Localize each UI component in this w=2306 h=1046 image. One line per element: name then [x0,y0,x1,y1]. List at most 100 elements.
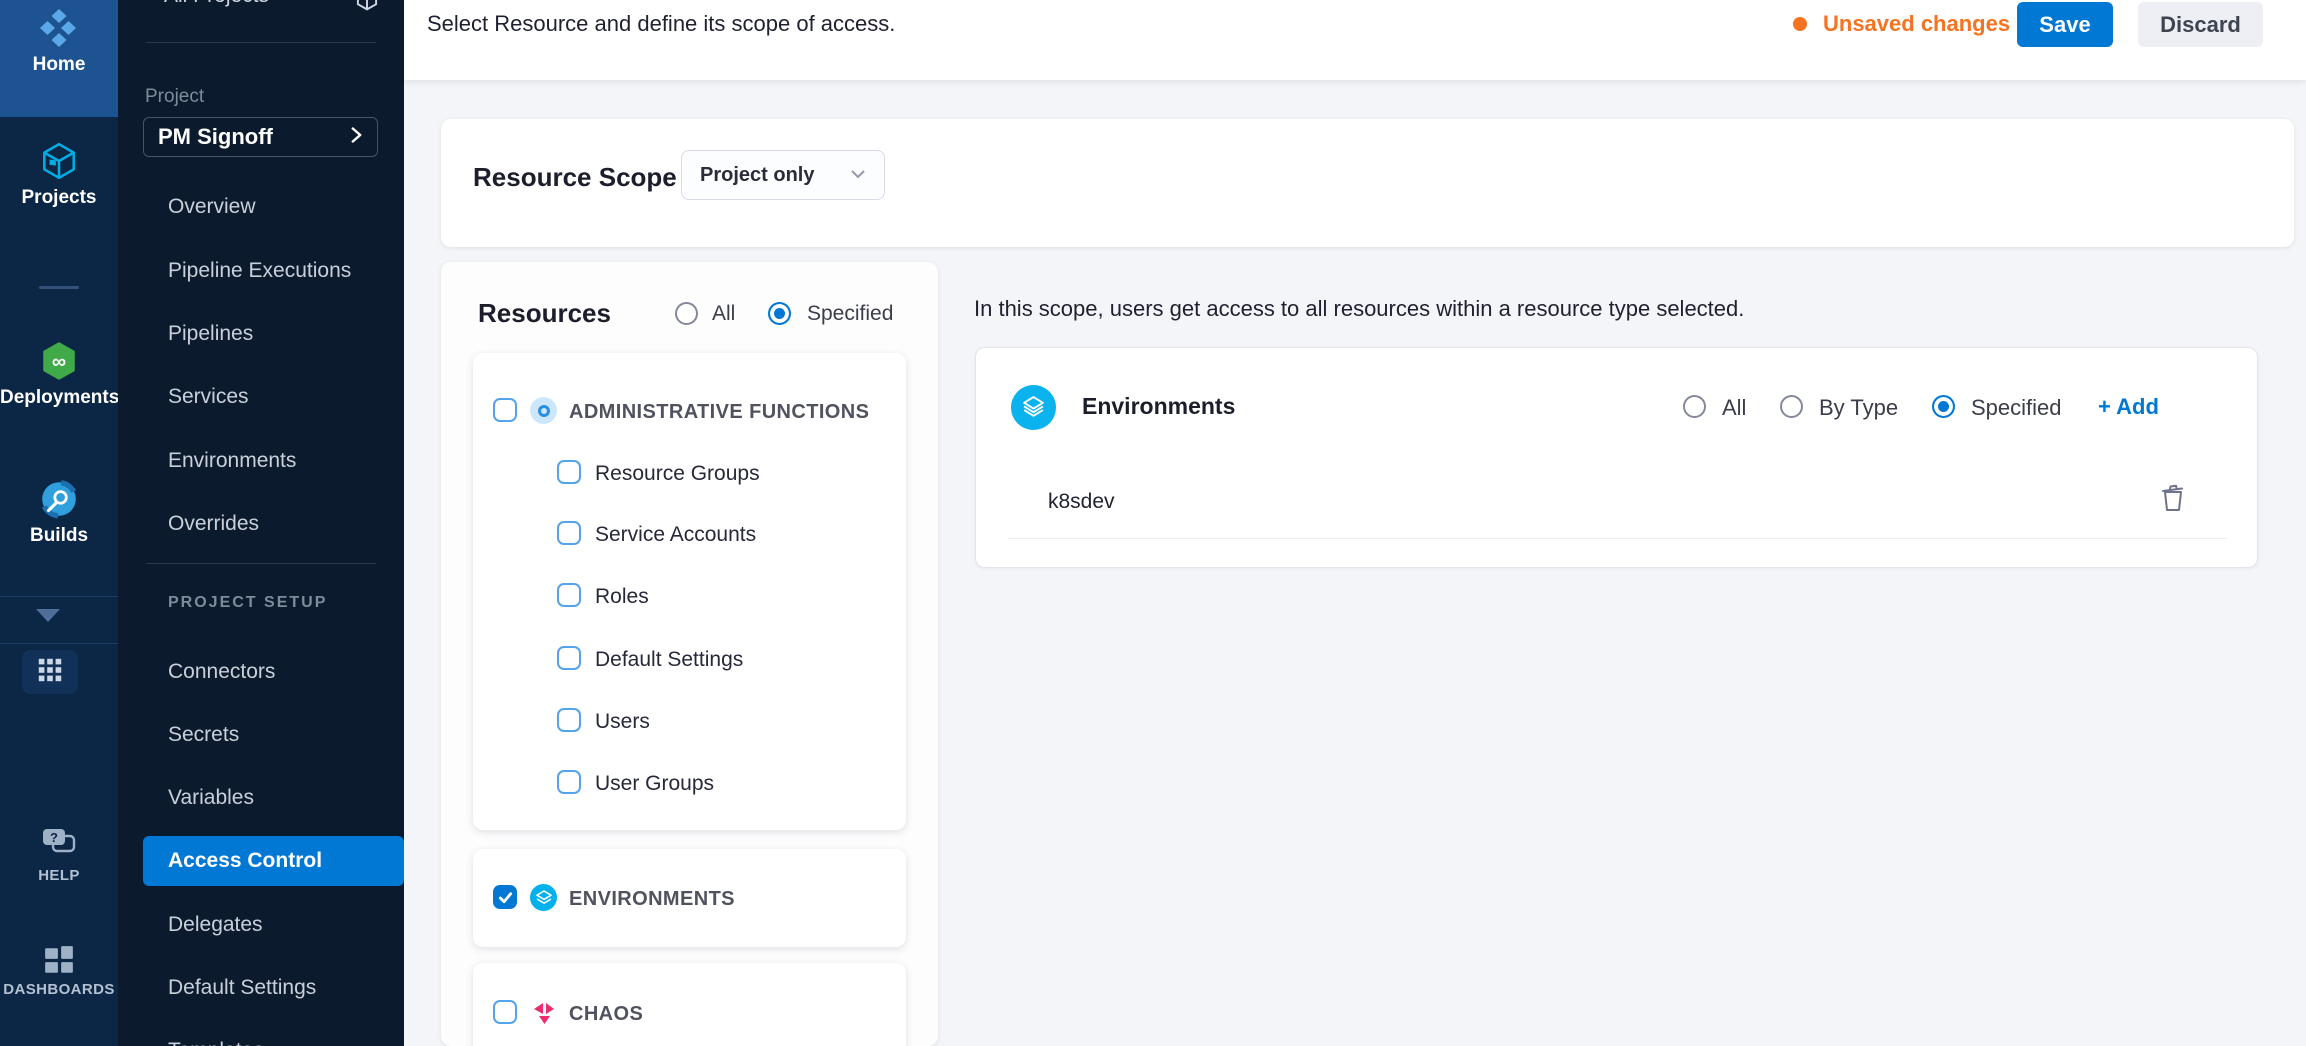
sidebar-item-secrets[interactable]: Secrets [118,711,404,759]
admin-functions-label: ADMINISTRATIVE FUNCTIONS [569,401,869,424]
resource-groups-checkbox[interactable] [557,460,581,484]
project-cube-icon[interactable] [354,0,380,17]
help-icon: ? [40,849,78,866]
nav-projects[interactable]: Projects [0,140,118,209]
project-selector[interactable]: PM Signoff [143,117,378,157]
svg-text:∞: ∞ [52,351,66,373]
sidebar-item-variables[interactable]: Variables [118,774,404,822]
sidebar-item-overrides[interactable]: Overrides [118,500,404,548]
environments-icon [1011,385,1056,430]
all-projects-link[interactable]: All Projects [164,0,269,8]
resources-radio-all-label[interactable]: All [712,302,735,326]
roles-checkbox[interactable] [557,583,581,607]
project-sidebar: All Projects Project PM Signoff Overview… [118,0,404,1046]
env-radio-all-label[interactable]: All [1722,395,1746,421]
admin-functions-checkbox[interactable] [493,398,517,422]
dashboards-icon [42,963,76,980]
rail-divider [39,286,79,289]
sidebar-item-delegates[interactable]: Delegates [118,901,404,949]
nav-home[interactable]: Home [0,0,118,117]
service-accounts-label: Service Accounts [595,523,756,547]
resource-groups-label: Resource Groups [595,462,760,486]
resources-radio-specified[interactable] [768,302,791,325]
sidebar-item-default-settings[interactable]: Default Settings [118,964,404,1012]
sidebar-item-pipeline-executions[interactable]: Pipeline Executions [118,247,404,295]
page-subtitle: Select Resource and define its scope of … [427,11,895,37]
builds-icon [38,507,80,524]
project-name: PM Signoff [158,124,273,150]
nav-builds-label: Builds [0,525,118,547]
chaos-icon [531,1000,557,1031]
nav-dashboards[interactable]: DASHBOARDS [0,944,118,998]
sidebar-item-templates[interactable]: Templates [118,1027,404,1046]
trash-icon [2158,482,2188,514]
deployments-icon: ∞ [38,369,80,386]
check-icon [498,890,513,905]
sidebar-item-services[interactable]: Services [118,373,404,421]
sidebar-item-pipelines[interactable]: Pipelines [118,310,404,358]
left-nav-rail: Home Projects ∞ Deployments [0,0,118,1046]
unsaved-changes-label: Unsaved changes [1823,11,2010,37]
projects-icon [38,169,80,186]
scope-hint-text: In this scope, users get access to all r… [974,296,1744,322]
svg-text:?: ? [50,830,58,845]
nav-builds[interactable]: Builds [0,478,118,547]
add-resource-button[interactable]: + Add [2098,394,2159,420]
collapse-chevron-icon[interactable] [35,608,61,628]
environments-detail-card: Environments All By Type Specified + Add… [975,347,2258,568]
nav-help-label: HELP [0,867,118,884]
project-label: Project [145,86,204,108]
nav-deployments[interactable]: ∞ Deployments [0,340,118,409]
environments-group-icon [530,884,557,911]
admin-functions-icon [530,397,557,424]
resource-scope-label: Resource Scope [473,162,677,193]
row-divider [1008,538,2227,539]
chaos-group-label: CHAOS [569,1003,643,1026]
access-control-page: Home Projects ∞ Deployments [0,0,2306,1046]
resource-group-environments-card: ENVIRONMENTS [473,849,906,947]
sidebar-item-access-control[interactable]: Access Control [143,836,404,886]
environments-card-title: Environments [1082,393,1235,420]
chevron-right-icon [350,126,363,149]
chaos-checkbox[interactable] [493,1000,517,1024]
scope-dropdown[interactable]: Project only [681,150,885,200]
env-radio-by-type[interactable] [1780,395,1803,418]
scope-dropdown-value: Project only [700,164,814,187]
module-switcher-button[interactable] [22,650,78,694]
service-accounts-checkbox[interactable] [557,521,581,545]
sidebar-divider [146,563,376,564]
env-radio-specified-label[interactable]: Specified [1971,395,2062,421]
discard-button[interactable]: Discard [2138,2,2263,47]
chevron-down-icon [850,166,866,184]
save-button[interactable]: Save [2017,2,2113,47]
rail-section-line2 [0,643,118,644]
environments-checkbox[interactable] [493,885,517,909]
sidebar-item-connectors[interactable]: Connectors [118,648,404,696]
resources-radio-specified-label[interactable]: Specified [807,302,893,326]
default-settings-label: Default Settings [595,648,743,672]
user-groups-checkbox[interactable] [557,770,581,794]
environment-item-name: k8sdev [1048,490,1115,514]
users-checkbox[interactable] [557,708,581,732]
env-radio-specified[interactable] [1932,395,1955,418]
nav-help[interactable]: ? HELP [0,826,118,884]
user-groups-label: User Groups [595,772,714,796]
page-toolbar: Select Resource and define its scope of … [404,0,2306,80]
environment-item-row: k8sdev [976,466,2259,539]
home-icon [39,8,79,53]
nav-projects-label: Projects [0,187,118,209]
resource-group-admin-card: ADMINISTRATIVE FUNCTIONS Resource Groups… [473,353,906,830]
sidebar-divider-top [146,42,376,43]
grid-icon [36,656,64,689]
sidebar-item-environments[interactable]: Environments [118,437,404,485]
resource-group-chaos-card: CHAOS [473,963,906,1046]
env-radio-by-type-label[interactable]: By Type [1819,395,1898,421]
nav-dashboards-label: DASHBOARDS [0,981,118,998]
delete-item-button[interactable] [2158,482,2188,519]
rail-section-line [0,596,118,597]
env-radio-all[interactable] [1683,395,1706,418]
sidebar-item-overview[interactable]: Overview [118,183,404,231]
project-setup-heading: PROJECT SETUP [168,594,327,612]
resources-radio-all[interactable] [675,302,698,325]
default-settings-checkbox[interactable] [557,646,581,670]
